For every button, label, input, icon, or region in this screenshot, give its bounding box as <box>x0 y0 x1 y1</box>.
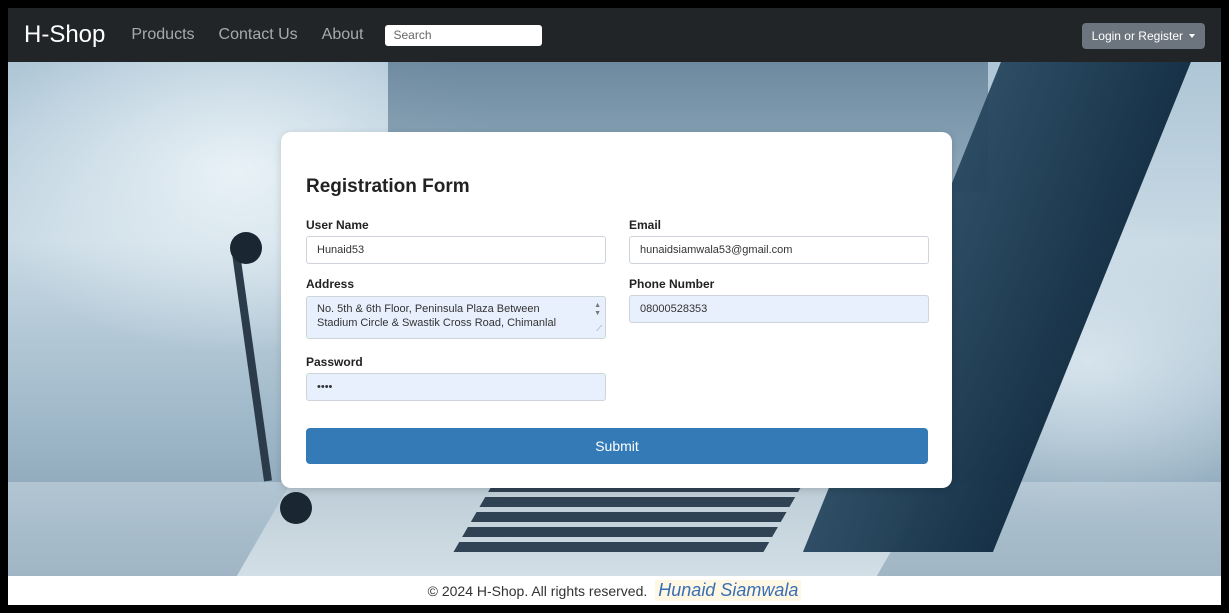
password-input[interactable]: •••• <box>306 373 606 401</box>
phone-label: Phone Number <box>629 277 715 291</box>
search-input[interactable] <box>385 24 543 46</box>
footer-copyright: © 2024 H-Shop. All rights reserved. <box>427 582 648 599</box>
username-value: Hunaid53 <box>317 244 365 256</box>
nav-link-about[interactable]: About <box>322 26 364 44</box>
resize-handle-icon[interactable]: ⟋ <box>596 322 602 336</box>
browser-viewport: H-Shop Products Contact Us About Login o… <box>8 8 1221 605</box>
email-input[interactable]: hunaidsiamwala53@gmail.com <box>629 236 929 264</box>
username-label: User Name <box>306 218 369 232</box>
cart-handle <box>232 252 272 482</box>
address-label: Address <box>306 277 355 291</box>
submit-button[interactable]: Submit <box>306 428 928 464</box>
navbar: H-Shop Products Contact Us About Login o… <box>8 8 1221 62</box>
form-title: Registration Form <box>306 176 470 197</box>
footer: © 2024 H-Shop. All rights reserved. Huna… <box>8 576 1221 605</box>
login-register-label: Login or Register <box>1091 29 1183 43</box>
email-label: Email <box>629 218 662 232</box>
nav-link-contact-us[interactable]: Contact Us <box>219 26 298 44</box>
address-textarea[interactable]: No. 5th & 6th Floor, Peninsula Plaza Bet… <box>306 296 606 339</box>
password-label: Password <box>306 355 363 369</box>
brand-logo[interactable]: H-Shop <box>24 21 105 49</box>
phone-value: 08000528353 <box>640 303 708 315</box>
address-line-1: No. 5th & 6th Floor, Peninsula Plaza Bet… <box>317 303 540 315</box>
username-input[interactable]: Hunaid53 <box>306 236 606 264</box>
footer-author: Hunaid Siamwala <box>655 580 802 601</box>
cart-wheel <box>280 492 312 524</box>
email-value: hunaidsiamwala53@gmail.com <box>640 244 793 256</box>
registration-card: Registration Form User Name Hunaid53 Ema… <box>281 132 952 488</box>
address-line-2: Stadium Circle & Swastik Cross Road, Chi… <box>317 317 557 329</box>
phone-input[interactable]: 08000528353 <box>629 295 929 323</box>
caret-down-icon <box>1189 34 1195 38</box>
cart-wheel <box>230 232 262 264</box>
password-value: •••• <box>317 381 333 393</box>
scroll-arrows-icon[interactable]: ▲ ▼ <box>594 302 601 318</box>
login-register-dropdown[interactable]: Login or Register <box>1081 23 1205 49</box>
nav-link-products[interactable]: Products <box>131 26 194 44</box>
